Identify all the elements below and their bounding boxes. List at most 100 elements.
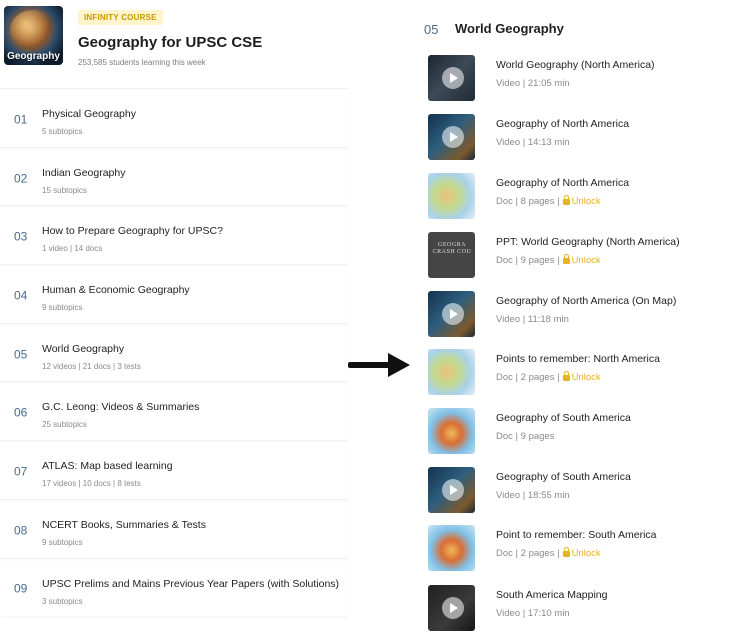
topic-title[interactable]: UPSC Prelims and Mains Previous Year Pap… — [42, 578, 339, 590]
topic-row-selected[interactable]: 05 World Geography 12 videos | 21 docs |… — [0, 322, 348, 382]
content-item[interactable]: Geography of South America Doc | 9 pages — [428, 408, 728, 456]
topic-subtitle: 12 videos | 21 docs | 3 tests — [42, 361, 141, 371]
item-title[interactable]: South America Mapping — [496, 589, 607, 601]
topic-number: 01 — [14, 112, 28, 127]
item-meta: Video | 21:05 min — [496, 78, 570, 89]
item-title[interactable]: Geography of North America — [496, 118, 629, 130]
topic-title[interactable]: How to Prepare Geography for UPSC? — [42, 225, 223, 237]
arrow-right-icon — [348, 353, 410, 377]
unlock-link[interactable]: Unlock — [572, 372, 601, 383]
unlock-link[interactable]: Unlock — [572, 255, 601, 266]
content-item[interactable]: South America Mapping Video | 17:10 min — [428, 585, 728, 633]
content-item[interactable]: Points to remember: North America Doc | … — [428, 349, 728, 397]
content-item[interactable]: Geography of North America (On Map) Vide… — [428, 291, 728, 339]
section-title: World Geography — [455, 21, 564, 36]
section-number: 05 — [424, 22, 439, 37]
item-title[interactable]: Geography of North America (On Map) — [496, 295, 676, 307]
item-meta: Video | 14:13 min — [496, 137, 570, 148]
video-thumbnail[interactable] — [428, 114, 475, 160]
lock-icon — [562, 547, 570, 557]
map-thumbnail[interactable] — [428, 408, 475, 454]
topic-subtitle: 3 subtopics — [42, 596, 83, 606]
lock-icon — [562, 254, 570, 264]
topic-number: 02 — [14, 170, 28, 185]
item-meta: Video | 11:18 min — [496, 314, 569, 325]
video-thumbnail[interactable] — [428, 291, 475, 337]
content-item[interactable]: GEOGRA CRASH COU PPT: World Geography (N… — [428, 232, 728, 280]
topic-title[interactable]: G.C. Leong: Videos & Summaries — [42, 401, 199, 413]
topic-row[interactable]: 09 UPSC Prelims and Mains Previous Year … — [0, 557, 348, 617]
topic-row[interactable]: 06 G.C. Leong: Videos & Summaries 25 sub… — [0, 381, 348, 440]
topic-row[interactable]: 03 How to Prepare Geography for UPSC? 1 … — [0, 205, 348, 264]
topic-title[interactable]: Human & Economic Geography — [42, 284, 190, 296]
map-thumbnail[interactable] — [428, 173, 475, 219]
topic-row[interactable]: 04 Human & Economic Geography 9 subtopic… — [0, 264, 348, 323]
content-item[interactable]: Geography of North America Video | 14:13… — [428, 114, 728, 162]
item-meta: Doc | 8 pages | Unlock — [496, 195, 601, 207]
topic-title[interactable]: ATLAS: Map based learning — [42, 460, 173, 472]
topic-number: 07 — [14, 464, 28, 479]
course-header: Geography INFINITY COURSE Geography for … — [4, 6, 344, 70]
topic-title[interactable]: Physical Geography — [42, 108, 136, 120]
play-icon — [442, 67, 464, 89]
lock-icon — [562, 371, 570, 381]
video-thumbnail[interactable] — [428, 585, 475, 631]
topic-number: 09 — [14, 581, 28, 596]
topic-title[interactable]: World Geography — [42, 343, 124, 355]
course-thumbnail-label: Geography — [7, 51, 60, 62]
topic-row[interactable]: 01 Physical Geography 5 subtopics — [0, 88, 348, 147]
item-title[interactable]: Geography of South America — [496, 412, 631, 424]
topic-subtitle: 5 subtopics — [42, 127, 83, 136]
topic-title[interactable]: NCERT Books, Summaries & Tests — [42, 519, 206, 531]
infinity-course-badge: INFINITY COURSE — [78, 10, 163, 25]
item-meta: Doc | 9 pages | Unlock — [496, 254, 601, 266]
topic-subtitle: 9 subtopics — [42, 537, 83, 547]
video-thumbnail[interactable] — [428, 55, 475, 101]
map-thumbnail[interactable] — [428, 525, 475, 571]
play-icon — [442, 479, 464, 501]
item-title[interactable]: World Geography (North America) — [496, 59, 655, 71]
topic-number: 04 — [14, 288, 28, 303]
unlock-link[interactable]: Unlock — [572, 196, 601, 207]
learners-count: 253,585 students learning this week — [78, 58, 206, 67]
item-meta: Video | 17:10 min — [496, 608, 570, 619]
section-header: 05 World Geography — [424, 20, 724, 40]
content-item[interactable]: Point to remember: South America Doc | 2… — [428, 525, 728, 573]
play-icon — [442, 126, 464, 148]
item-title[interactable]: Geography of South America — [496, 471, 631, 483]
content-item[interactable]: Geography of South America Video | 18:55… — [428, 467, 728, 515]
content-item[interactable]: Geography of North America Doc | 8 pages… — [428, 173, 728, 221]
topic-row[interactable]: 07 ATLAS: Map based learning 17 videos |… — [0, 440, 348, 499]
topic-title[interactable]: Indian Geography — [42, 167, 125, 179]
topic-subtitle: 1 video | 14 docs — [42, 244, 103, 254]
item-title[interactable]: Point to remember: South America — [496, 529, 657, 541]
topic-subtitle: 15 subtopics — [42, 185, 87, 195]
item-meta: Doc | 9 pages — [496, 431, 555, 442]
content-item[interactable]: World Geography (North America) Video | … — [428, 55, 728, 103]
map-thumbnail[interactable] — [428, 349, 475, 395]
topic-number: 03 — [14, 229, 28, 244]
course-thumbnail[interactable]: Geography — [4, 6, 63, 65]
item-title[interactable]: Geography of North America — [496, 177, 629, 189]
topic-row[interactable]: 02 Indian Geography 15 subtopics — [0, 146, 348, 206]
topic-number: 08 — [14, 523, 28, 538]
item-meta: Video | 18:55 min — [496, 490, 570, 501]
ppt-thumbnail[interactable]: GEOGRA CRASH COU — [428, 232, 475, 278]
topic-number: 05 — [14, 346, 28, 361]
play-icon — [442, 597, 464, 619]
topic-subtitle: 25 subtopics — [42, 420, 87, 430]
unlock-link[interactable]: Unlock — [572, 548, 601, 559]
topic-row[interactable]: 08 NCERT Books, Summaries & Tests 9 subt… — [0, 498, 348, 558]
topic-list: 01 Physical Geography 5 subtopics 02 Ind… — [0, 88, 348, 616]
play-icon — [442, 303, 464, 325]
lock-icon — [562, 195, 570, 205]
topic-subtitle: 17 videos | 10 docs | 8 tests — [42, 479, 141, 489]
course-title[interactable]: Geography for UPSC CSE — [78, 34, 262, 51]
topic-subtitle: 9 subtopics — [42, 303, 83, 313]
item-meta: Doc | 2 pages | Unlock — [496, 371, 601, 383]
ppt-thumbnail-text: GEOGRA CRASH COU — [432, 242, 472, 255]
item-title[interactable]: PPT: World Geography (North America) — [496, 236, 680, 248]
item-title[interactable]: Points to remember: North America — [496, 353, 660, 365]
video-thumbnail[interactable] — [428, 467, 475, 513]
topic-number: 06 — [14, 405, 28, 420]
